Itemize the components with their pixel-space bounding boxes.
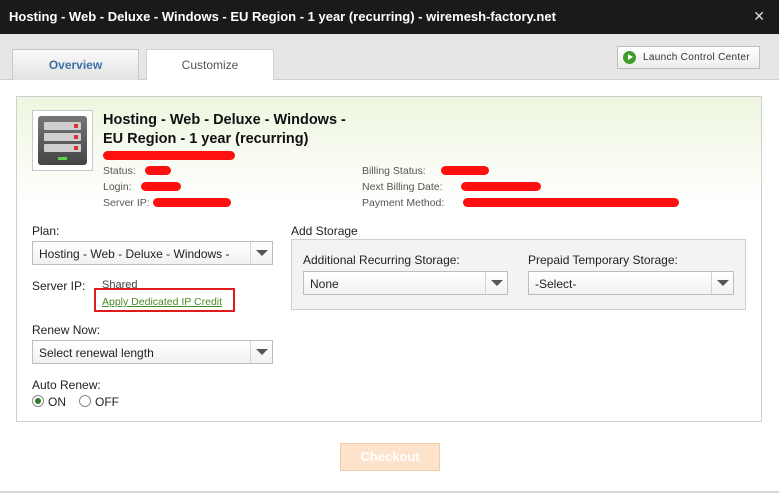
add-storage-title: Add Storage: [291, 224, 358, 238]
auto-renew-off-label: OFF: [95, 395, 119, 409]
customize-panel: Hosting - Web - Deluxe - Windows - EU Re…: [16, 96, 762, 422]
plan-label: Plan:: [32, 224, 60, 238]
auto-renew-off-radio[interactable]: [79, 395, 91, 407]
prepaid-storage-select[interactable]: -Select-: [528, 271, 734, 295]
product-title: Hosting - Web - Deluxe - Windows - EU Re…: [103, 112, 346, 147]
payment-method-label: Payment Method:: [362, 197, 445, 209]
close-icon[interactable]: ✕: [753, 8, 765, 25]
server-icon: [32, 110, 93, 171]
plan-select[interactable]: Hosting - Web - Deluxe - Windows -: [32, 241, 273, 265]
launch-control-center-button[interactable]: Launch Control Center: [617, 46, 760, 69]
renewal-length-select[interactable]: Select renewal length: [32, 340, 273, 364]
tab-customize[interactable]: Customize: [146, 49, 274, 81]
dialog-titlebar: Hosting - Web - Deluxe - Windows - EU Re…: [0, 0, 779, 34]
chevron-down-icon: [250, 242, 272, 264]
renew-now-label: Renew Now:: [32, 323, 101, 337]
status-label: Status:: [103, 165, 136, 177]
additional-storage-label: Additional Recurring Storage:: [303, 253, 460, 267]
prepaid-storage-label: Prepaid Temporary Storage:: [528, 253, 678, 267]
server-ip-label: Server IP:: [32, 279, 86, 293]
additional-storage-select[interactable]: None: [303, 271, 508, 295]
play-circle-icon: [623, 51, 636, 64]
chevron-down-icon: [711, 272, 733, 294]
redaction-mark: [103, 151, 235, 160]
billing-status-label: Billing Status:: [362, 165, 426, 177]
storage-options: Additional Recurring Storage: None Prepa…: [291, 239, 746, 310]
auto-renew-label: Auto Renew:: [32, 378, 101, 392]
next-billing-label: Next Billing Date:: [362, 181, 443, 193]
auto-renew-on-radio[interactable]: [32, 395, 44, 407]
redaction-mark: [141, 182, 181, 191]
tab-overview[interactable]: Overview: [12, 49, 139, 80]
chevron-down-icon: [485, 272, 507, 294]
apply-dedicated-ip-link[interactable]: Apply Dedicated IP Credit: [102, 296, 222, 308]
redaction-mark: [145, 166, 171, 175]
chevron-down-icon: [250, 341, 272, 363]
redaction-mark: [463, 198, 679, 207]
redaction-mark: [153, 198, 231, 207]
redaction-mark: [461, 182, 541, 191]
dialog-title: Hosting - Web - Deluxe - Windows - EU Re…: [9, 9, 556, 24]
login-label: Login:: [103, 181, 132, 193]
auto-renew-on-label: ON: [48, 395, 66, 409]
checkout-button[interactable]: Checkout: [340, 443, 440, 471]
launch-control-center-label: Launch Control Center: [643, 52, 750, 63]
redaction-mark: [441, 166, 489, 175]
server-ip-summary-label: Server IP:: [103, 197, 150, 209]
